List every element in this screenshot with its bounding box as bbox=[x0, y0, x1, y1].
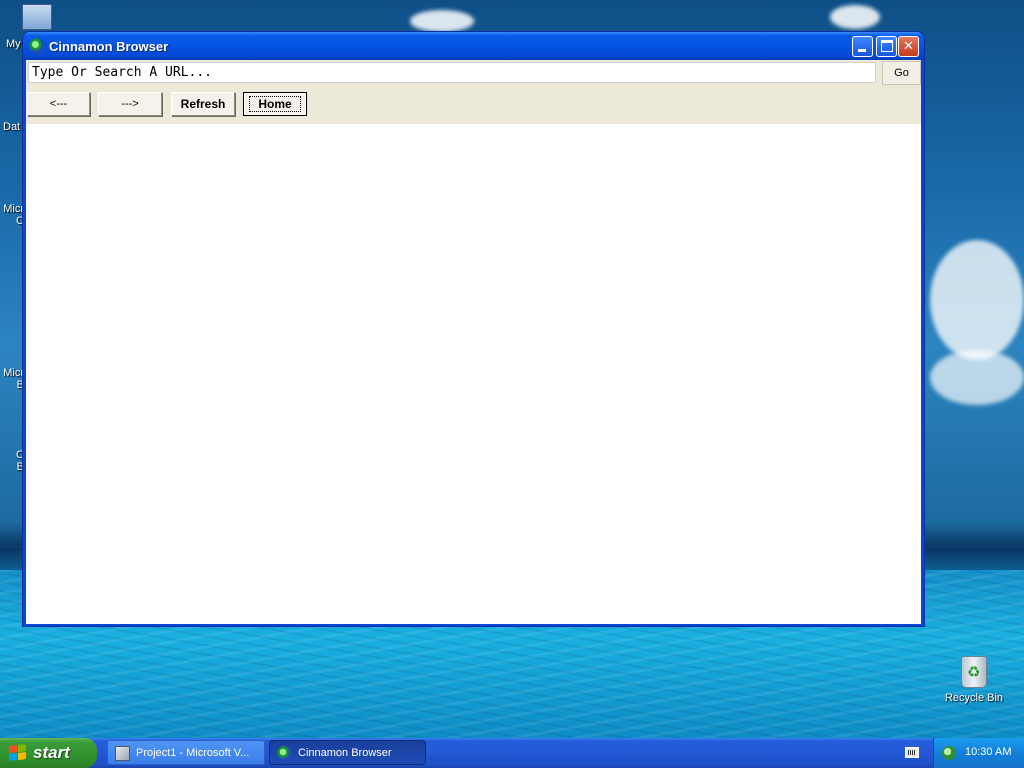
maximize-icon bbox=[881, 40, 893, 52]
back-button[interactable]: <--- bbox=[27, 92, 90, 116]
forward-button[interactable]: ---> bbox=[98, 92, 162, 116]
start-button[interactable]: start bbox=[0, 738, 97, 768]
title-bar[interactable]: Cinnamon Browser ✕ bbox=[23, 32, 924, 60]
desktop-icon-label: Micr B bbox=[3, 367, 24, 391]
cloud-decoration bbox=[830, 5, 880, 29]
home-button-label: Home bbox=[249, 96, 301, 112]
desktop-icon-label: Micr C bbox=[3, 203, 24, 227]
recycle-bin-icon bbox=[961, 656, 987, 688]
maximize-button[interactable] bbox=[876, 36, 897, 57]
globe-icon bbox=[277, 746, 292, 761]
home-button[interactable]: Home bbox=[243, 92, 307, 116]
navigation-toolbar: <--- ---> Refresh Home bbox=[26, 88, 921, 124]
taskbar: start Project1 - Microsoft V... Cinnamon… bbox=[0, 738, 1024, 768]
minimize-icon bbox=[858, 49, 866, 52]
window-client-area: Go <--- ---> Refresh Home bbox=[26, 60, 921, 624]
desktop-icon-label: Dat bbox=[3, 121, 21, 133]
windows-logo-icon bbox=[9, 744, 27, 762]
computer-icon bbox=[22, 4, 52, 30]
web-content-area[interactable] bbox=[26, 124, 921, 624]
refresh-button[interactable]: Refresh bbox=[171, 92, 235, 116]
start-label: start bbox=[33, 743, 70, 762]
cloud-decoration bbox=[930, 350, 1024, 405]
network-icon[interactable] bbox=[942, 746, 956, 760]
cloud-decoration bbox=[410, 10, 474, 32]
cloud-decoration bbox=[930, 240, 1024, 360]
go-button[interactable]: Go bbox=[882, 61, 921, 85]
browser-window: Cinnamon Browser ✕ Go <--- ---> Refresh … bbox=[22, 31, 925, 627]
taskbar-item-label: Project1 - Microsoft V... bbox=[136, 747, 250, 759]
system-tray: 10:30 AM bbox=[933, 738, 1024, 768]
recycle-bin-label: Recycle Bin bbox=[944, 692, 1004, 704]
globe-icon bbox=[29, 38, 45, 54]
taskbar-item-project1[interactable]: Project1 - Microsoft V... bbox=[107, 740, 265, 765]
vb-project-icon bbox=[115, 746, 130, 761]
url-input[interactable] bbox=[28, 62, 876, 83]
clock[interactable]: 10:30 AM bbox=[965, 746, 1011, 758]
desktop-icon-label: C B bbox=[16, 449, 24, 473]
keyboard-icon[interactable] bbox=[905, 747, 919, 758]
close-button[interactable]: ✕ bbox=[898, 36, 919, 57]
desktop-icon-label: My bbox=[6, 38, 21, 50]
close-icon: ✕ bbox=[903, 39, 914, 54]
taskbar-item-label: Cinnamon Browser bbox=[298, 747, 392, 759]
window-title: Cinnamon Browser bbox=[49, 39, 169, 54]
minimize-button[interactable] bbox=[852, 36, 873, 57]
desktop-icon-recycle-bin[interactable]: Recycle Bin bbox=[944, 656, 1004, 704]
desktop-icon-my-computer[interactable]: My bbox=[0, 4, 52, 50]
taskbar-item-cinnamon-browser[interactable]: Cinnamon Browser bbox=[269, 740, 426, 765]
